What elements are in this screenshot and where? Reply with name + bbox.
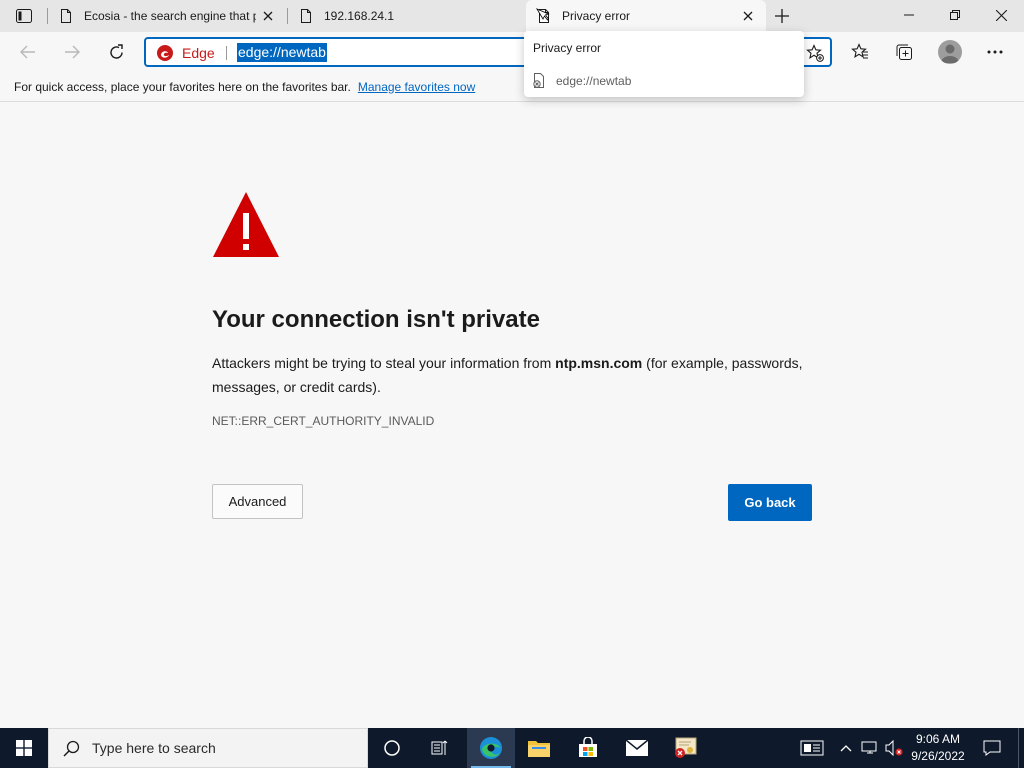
- network-icon[interactable]: [858, 728, 882, 768]
- restore-button[interactable]: [932, 0, 978, 30]
- page-icon: [533, 73, 544, 88]
- toolbar: Edge edge://newtab: [0, 32, 1024, 72]
- windows-logo-icon: [16, 740, 32, 756]
- edge-icon: [480, 737, 502, 759]
- new-tab-button[interactable]: [770, 4, 794, 28]
- tab-hover-card: Privacy error edge://newtab: [524, 31, 804, 97]
- address-divider: [226, 46, 227, 60]
- forward-button[interactable]: [56, 36, 88, 68]
- favorites-icon[interactable]: [844, 36, 876, 68]
- settings-more-icon[interactable]: [979, 36, 1011, 68]
- tab-privacy-error[interactable]: Privacy error: [526, 0, 766, 32]
- tab-ecosia[interactable]: Ecosia - the search engine that p: [48, 0, 286, 32]
- error-description: Attackers might be trying to steal your …: [212, 351, 812, 399]
- hover-card-url: edge://newtab: [556, 73, 632, 88]
- hover-card-title: Privacy error: [533, 41, 602, 55]
- edge-logo-icon: [157, 45, 173, 61]
- error-page: Your connection isn't private Attackers …: [0, 103, 1024, 728]
- close-tab-icon[interactable]: [736, 4, 760, 28]
- task-view-button[interactable]: [368, 728, 416, 768]
- close-window-button[interactable]: [978, 0, 1024, 30]
- taskbar-app-certificate[interactable]: [662, 728, 710, 768]
- page-icon: [536, 8, 550, 23]
- tab-title: Privacy error: [562, 9, 631, 23]
- warning-icon: [213, 192, 279, 257]
- favorites-bar-hint: For quick access, place your favorites h…: [14, 79, 351, 94]
- folder-icon: [528, 741, 550, 757]
- collections-icon[interactable]: [888, 36, 920, 68]
- desc-host: ntp.msn.com: [555, 355, 643, 371]
- favorites-bar: For quick access, place your favorites h…: [0, 72, 1024, 102]
- manage-favorites-link[interactable]: Manage favorites now: [358, 80, 475, 94]
- back-button[interactable]: [12, 36, 44, 68]
- news-widget-icon[interactable]: [798, 728, 826, 768]
- clock-time: 9:06 AM: [915, 732, 961, 746]
- search-icon: [63, 740, 80, 757]
- page-icon: [61, 9, 71, 23]
- tab-title: Ecosia - the search engine that p: [84, 9, 256, 23]
- start-button[interactable]: [0, 728, 48, 768]
- edge-label: Edge: [182, 45, 215, 61]
- taskbar: Type here to search 9:06 AM 9/26/2022: [0, 728, 1024, 768]
- page-icon: [301, 9, 311, 23]
- certificate-error-icon: [675, 737, 697, 758]
- edge-site-identity[interactable]: Edge: [156, 44, 215, 62]
- tab-strip: Ecosia - the search engine that p 192.16…: [0, 0, 1024, 32]
- taskbar-store[interactable]: [564, 728, 612, 768]
- address-url-text[interactable]: edge://newtab: [237, 43, 327, 62]
- taskbar-mail[interactable]: [613, 728, 661, 768]
- clock-date: 9/26/2022: [911, 749, 965, 763]
- taskbar-search-placeholder: Type here to search: [92, 740, 216, 756]
- desc-prefix: Attackers might be trying to steal your …: [212, 355, 556, 371]
- close-tab-icon[interactable]: [256, 4, 280, 28]
- system-clock[interactable]: 9:06 AM 9/26/2022: [900, 731, 976, 765]
- add-favorite-icon[interactable]: [806, 44, 824, 62]
- minimize-button[interactable]: [886, 0, 932, 30]
- page-title: Your connection isn't private: [212, 306, 540, 333]
- go-back-button[interactable]: Go back: [728, 484, 812, 521]
- mail-icon: [625, 739, 649, 756]
- notifications-icon[interactable]: [978, 728, 1006, 768]
- tab-router[interactable]: 192.168.24.1: [288, 0, 522, 32]
- tab-title: 192.168.24.1: [324, 9, 395, 23]
- taskbar-edge-app[interactable]: [467, 728, 515, 768]
- taskbar-file-explorer[interactable]: [515, 728, 563, 768]
- store-icon: [579, 737, 597, 757]
- advanced-button[interactable]: Advanced: [212, 484, 303, 519]
- taskbar-search-box[interactable]: Type here to search: [48, 728, 368, 768]
- refresh-button[interactable]: [100, 36, 132, 68]
- tab-actions-icon[interactable]: [8, 4, 40, 28]
- error-code: NET::ERR_CERT_AUTHORITY_INVALID: [212, 414, 435, 428]
- widgets-button[interactable]: [416, 728, 464, 768]
- hover-card-url-row: edge://newtab: [532, 73, 631, 88]
- profile-avatar[interactable]: [938, 40, 962, 64]
- show-desktop-button[interactable]: [1018, 728, 1024, 768]
- show-hidden-icons-chevron-up-icon[interactable]: [834, 728, 858, 768]
